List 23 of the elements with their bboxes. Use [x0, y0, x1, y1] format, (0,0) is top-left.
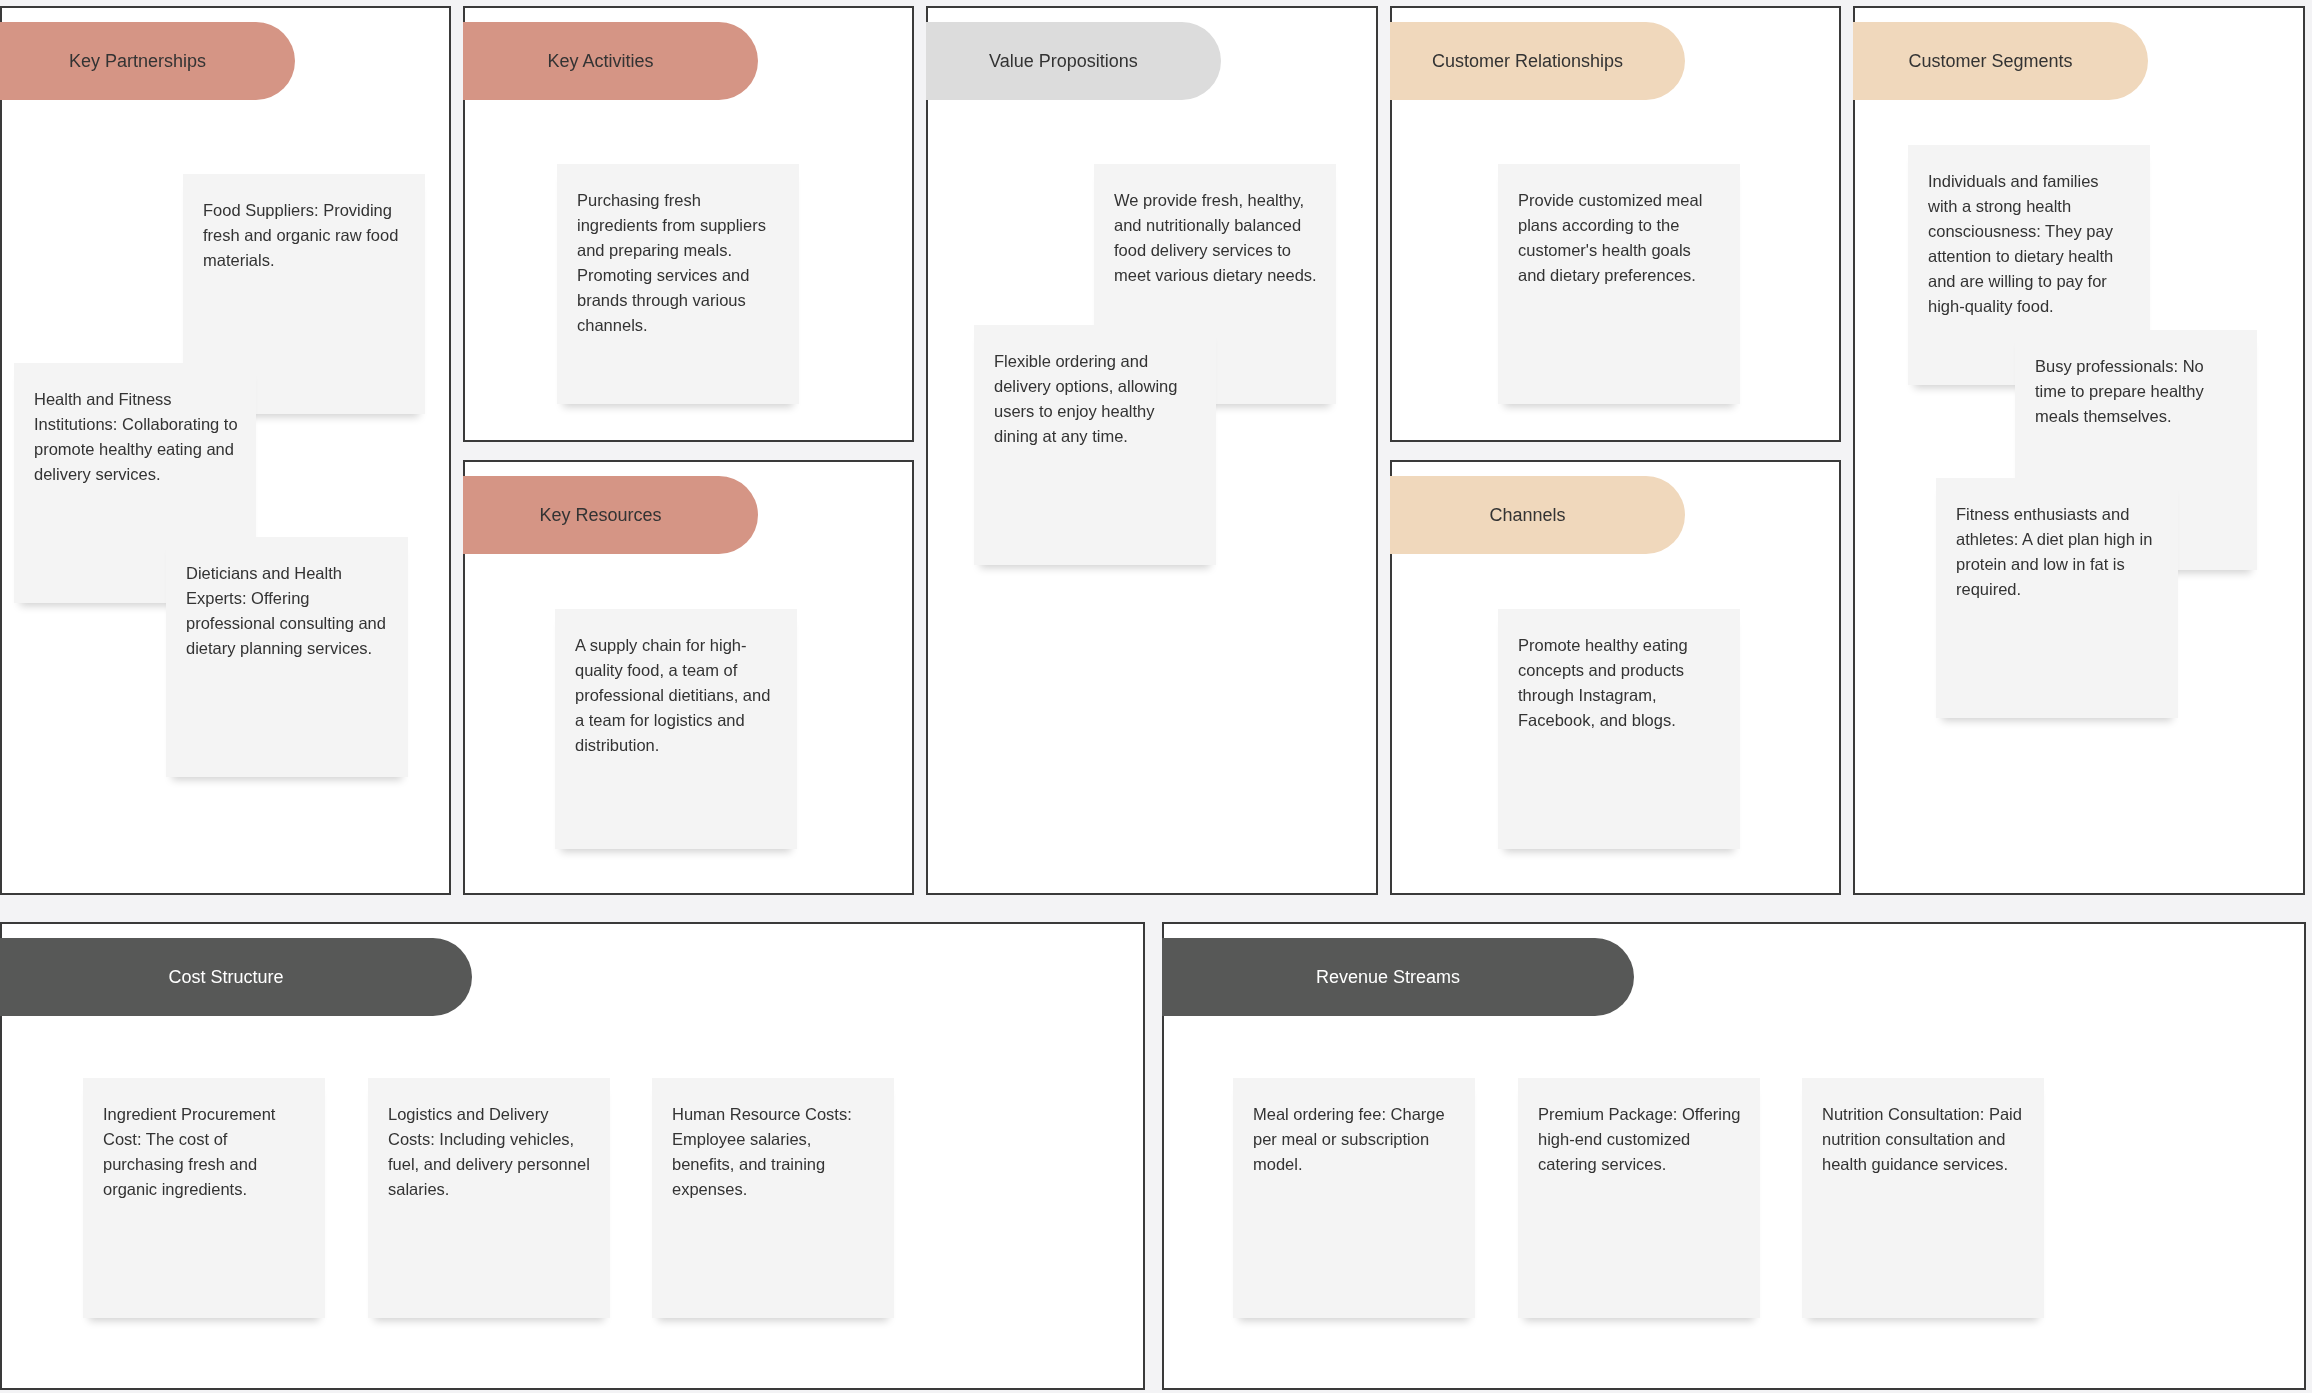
section-header: Cost Structure — [0, 938, 472, 1016]
section-header: Key Partnerships — [0, 22, 295, 100]
sticky-note: Food Suppliers: Providing fresh and organic raw food materials. — [183, 174, 425, 414]
section-header: Channels — [1390, 476, 1685, 554]
sticky-note: Purchasing fresh ingredients from suppliers and preparing meals. Promoting services and brands through various channels. — [557, 164, 799, 404]
sticky-note: Nutrition Consultation: Paid nutrition consultation and health guidance services. — [1802, 1078, 2044, 1318]
sticky-note: Ingredient Procurement Cost: The cost of purchasing fresh and organic ingredients. — [83, 1078, 325, 1318]
sticky-note: Meal ordering fee: Charge per meal or subscription model. — [1233, 1078, 1475, 1318]
sticky-note: Promote healthy eating concepts and products through Instagram, Facebook, and blogs. — [1498, 609, 1740, 849]
section-header: Customer Relationships — [1390, 22, 1685, 100]
sticky-note: Logistics and Delivery Costs: Including vehicles, fuel, and delivery personnel salaries. — [368, 1078, 610, 1318]
section-header: Value Propositions — [926, 22, 1221, 100]
sticky-note: A supply chain for high-quality food, a team of professional dietitians, and a team for logistics and distribution. — [555, 609, 797, 849]
section-header: Key Resources — [463, 476, 758, 554]
sticky-note: Provide customized meal plans according to the customer's health goals and dietary preferences. — [1498, 164, 1740, 404]
sticky-note: Dieticians and Health Experts: Offering professional consulting and dietary planning services. — [166, 537, 408, 777]
sticky-note: Fitness enthusiasts and athletes: A diet plan high in protein and low in fat is required. — [1936, 478, 2178, 718]
sticky-note: Premium Package: Offering high-end customized catering services. — [1518, 1078, 1760, 1318]
section-header: Customer Segments — [1853, 22, 2148, 100]
sticky-note: Human Resource Costs: Employee salaries, benefits, and training expenses. — [652, 1078, 894, 1318]
section-header: Key Activities — [463, 22, 758, 100]
section-header: Revenue Streams — [1162, 938, 1634, 1016]
sticky-note: Flexible ordering and delivery options, allowing users to enjoy healthy dining at any time. — [974, 325, 1216, 565]
